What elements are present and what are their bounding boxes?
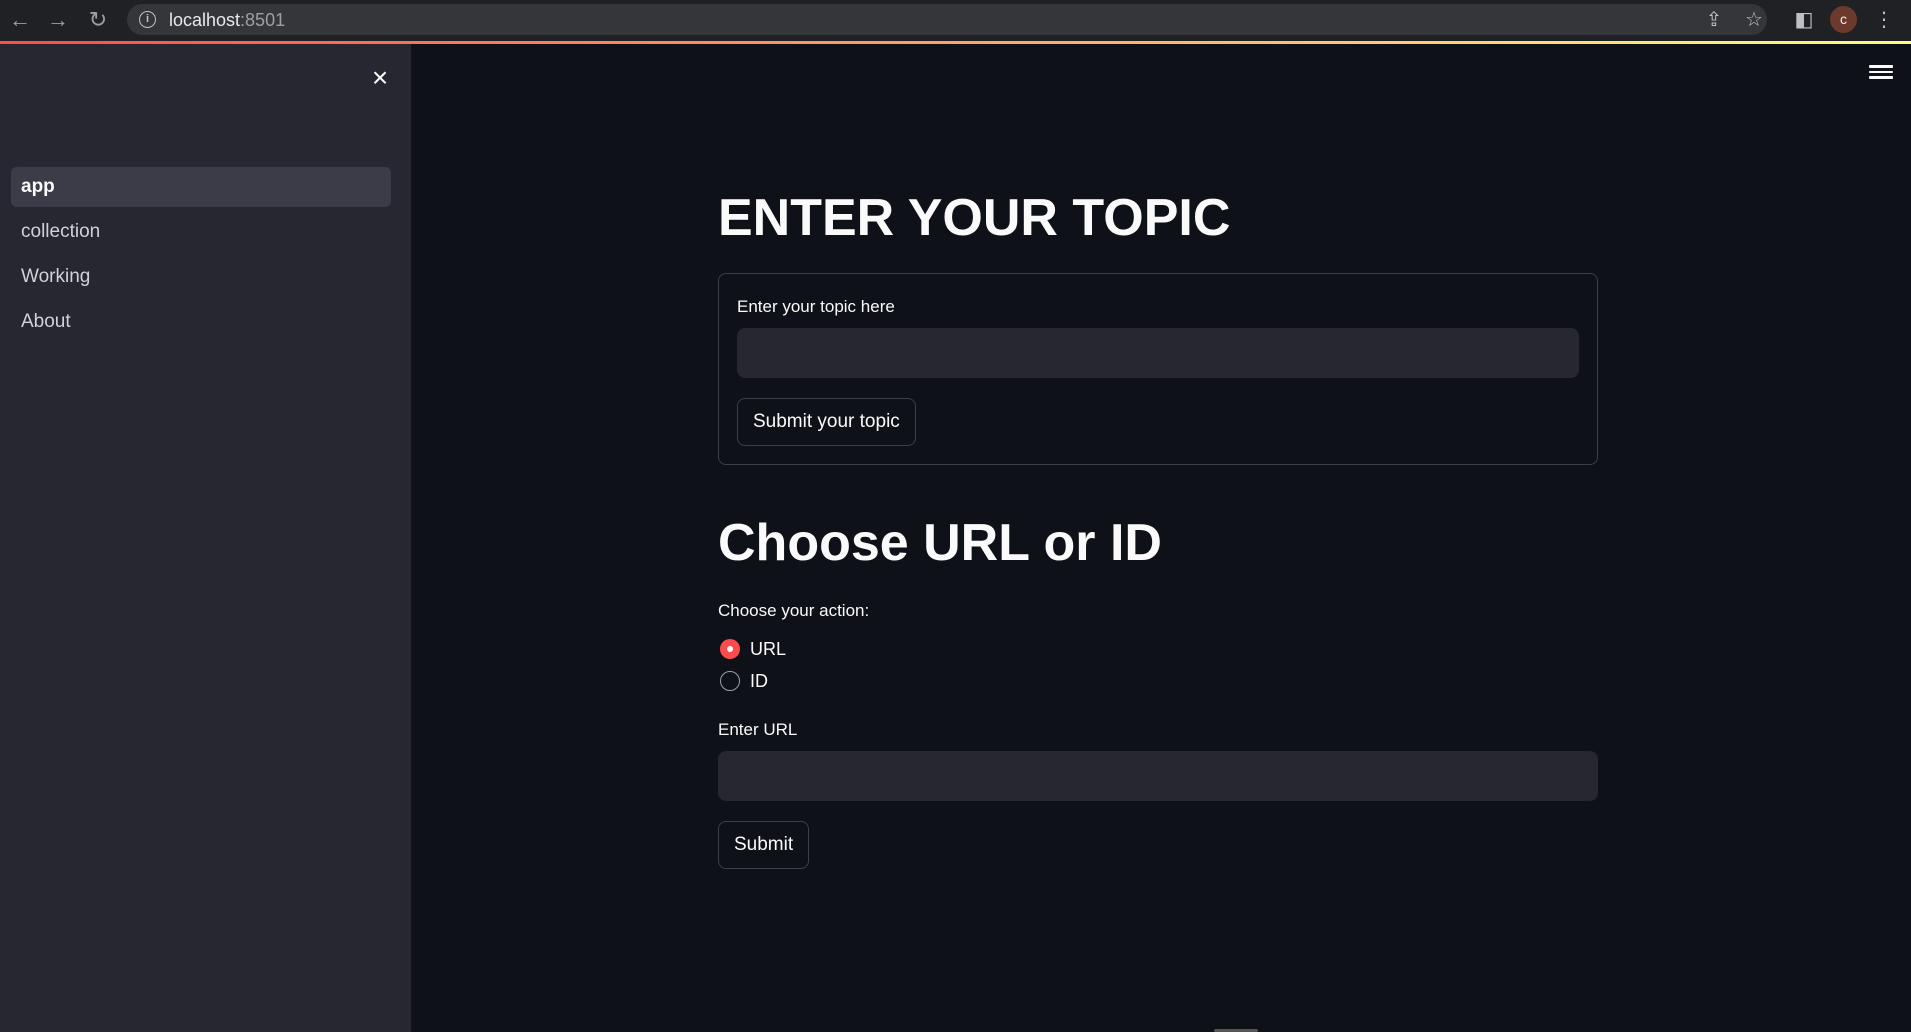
- url-text[interactable]: localhost:8501: [169, 10, 285, 31]
- url-input-label: Enter URL: [718, 720, 798, 739]
- radio-selected-icon[interactable]: [720, 639, 740, 659]
- sidebar-item-app[interactable]: app: [11, 167, 391, 207]
- browser-toolbar: ← → ↻ i localhost:8501 ⇪ ☆ ◧ c ⋮: [0, 0, 1911, 41]
- site-info-icon[interactable]: i: [139, 11, 156, 28]
- sidebar-item-working[interactable]: Working: [11, 257, 391, 297]
- submit-topic-button[interactable]: Submit your topic: [737, 398, 916, 446]
- radio-label-url: URL: [750, 639, 787, 659]
- forward-arrow-icon[interactable]: →: [44, 6, 72, 34]
- share-icon[interactable]: ⇪: [1700, 6, 1728, 34]
- back-arrow-icon[interactable]: ←: [6, 6, 34, 34]
- url-input[interactable]: [718, 751, 1598, 801]
- sidebar: × app collection Working About: [0, 44, 411, 1032]
- radio-label-id: ID: [750, 671, 768, 691]
- sidebar-item-collection[interactable]: collection: [11, 212, 391, 252]
- url-host: localhost: [169, 10, 241, 30]
- radio-unselected-icon[interactable]: [720, 671, 740, 691]
- topic-input-label: Enter your topic here: [737, 297, 895, 316]
- topic-input[interactable]: [737, 328, 1579, 378]
- bookmark-star-icon[interactable]: ☆: [1740, 6, 1768, 34]
- profile-avatar[interactable]: c: [1830, 6, 1857, 33]
- choose-heading: Choose URL or ID: [718, 514, 1162, 572]
- sidebar-nav: app collection Working About: [11, 167, 391, 347]
- side-panel-icon[interactable]: ◧: [1790, 6, 1818, 34]
- address-bar[interactable]: i localhost:8501: [127, 4, 1767, 35]
- hamburger-menu-icon[interactable]: [1869, 62, 1893, 86]
- url-port: :8501: [240, 10, 286, 30]
- kebab-menu-icon[interactable]: ⋮: [1870, 6, 1898, 34]
- reload-icon[interactable]: ↻: [84, 6, 112, 34]
- topic-form: Enter your topic here Submit your topic: [718, 273, 1598, 465]
- close-sidebar-icon[interactable]: ×: [366, 64, 394, 92]
- submit-url-button[interactable]: Submit: [718, 821, 810, 869]
- sidebar-item-about[interactable]: About: [11, 302, 391, 342]
- topic-heading: ENTER YOUR TOPIC: [718, 189, 1231, 247]
- action-label: Choose your action:: [718, 601, 870, 620]
